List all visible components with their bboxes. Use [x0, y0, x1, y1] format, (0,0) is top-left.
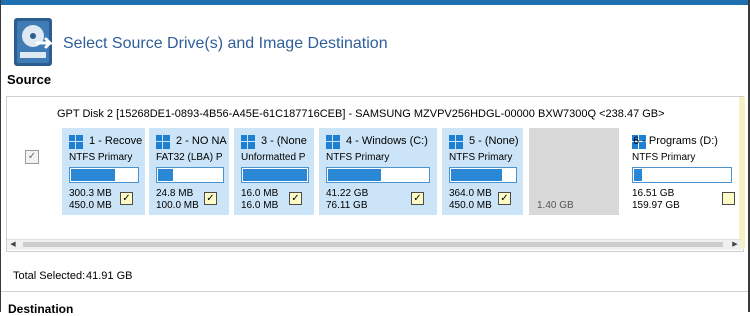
- partition-filesystem: Unformatted P: [241, 152, 306, 163]
- disk-label: GPT Disk 2 [15268DE1-0893-4B56-A45E-61C1…: [57, 108, 665, 120]
- usage-bar-fill: [158, 169, 173, 181]
- partition-used: 24.8 MB: [156, 188, 194, 199]
- partition-name: 3 - (None: [261, 135, 307, 147]
- windows-icon: [326, 135, 340, 149]
- window-frame-left: [0, 0, 1, 312]
- windows-icon: [241, 135, 255, 149]
- partition-total: 76.11 GB: [326, 200, 368, 211]
- windows-icon: [69, 135, 83, 149]
- panel-edge-strip: [739, 97, 745, 249]
- usage-bar: [241, 167, 309, 183]
- partition-checkbox[interactable]: ✓: [289, 192, 302, 205]
- partition-name: 4 - Windows (C:): [346, 135, 428, 147]
- usage-bar-fill: [328, 169, 382, 181]
- partition-total: 159.97 GB: [632, 200, 680, 211]
- scrollbar-thumb[interactable]: [23, 242, 723, 247]
- partition-used: 16.51 GB: [632, 188, 675, 199]
- partition-filesystem: NTFS Primary: [326, 152, 390, 163]
- horizontal-scrollbar[interactable]: ◀ ▶: [7, 239, 741, 250]
- scroll-left-arrow-icon[interactable]: ◀: [7, 240, 19, 250]
- partition-total: 100.0 MB: [156, 200, 199, 211]
- partition-used: 364.0 MB: [449, 188, 492, 199]
- usage-bar: [632, 167, 732, 183]
- usage-bar: [156, 167, 224, 183]
- partition-total: 450.0 MB: [449, 200, 492, 211]
- partition-total: 450.0 MB: [69, 200, 112, 211]
- total-selected-label: Total Selected:: [13, 270, 86, 282]
- usage-bar-fill: [243, 169, 307, 181]
- partition-filesystem: NTFS Primary: [449, 152, 513, 163]
- partition-name: 5 - (None): [469, 135, 519, 147]
- windows-icon: [449, 135, 463, 149]
- partition-filesystem: FAT32 (LBA) P: [156, 152, 223, 163]
- partition-3-tile[interactable]: 3 - (None Unformatted P 16.0 MB 16.0 MB …: [234, 128, 314, 215]
- partition-checkbox[interactable]: [722, 192, 735, 205]
- partition-used: 16.0 MB: [241, 188, 279, 199]
- partition-checkbox[interactable]: ✓: [411, 192, 424, 205]
- partition-total: 16.0 MB: [241, 200, 279, 211]
- partition-filesystem: NTFS Primary: [69, 152, 133, 163]
- partition-6-tile[interactable]: 6 - Programs (D:) NTFS Primary 16.51 GB …: [625, 128, 739, 215]
- total-selected-value: 41.91 GB: [86, 270, 133, 282]
- usage-bar-fill: [451, 169, 503, 181]
- partition-checkbox[interactable]: ✓: [204, 192, 217, 205]
- usage-bar: [326, 167, 430, 183]
- partition-1-tile[interactable]: 1 - Recove NTFS Primary 300.3 MB 450.0 M…: [62, 128, 145, 215]
- partition-checkbox[interactable]: ✓: [498, 192, 511, 205]
- usage-bar: [449, 167, 517, 183]
- destination-section-label: Destination: [8, 302, 74, 316]
- disk-select-checkbox[interactable]: ✓: [25, 150, 39, 164]
- partition-name: 6 - Programs (D:): [633, 135, 718, 147]
- unallocated-space: 1.40 GB: [529, 128, 619, 215]
- window-top-accent: [0, 0, 750, 5]
- unallocated-size: 1.40 GB: [537, 200, 574, 211]
- partition-used: 300.3 MB: [69, 188, 112, 199]
- usage-bar: [69, 167, 139, 183]
- partition-name: 2 - NO NA: [176, 135, 227, 147]
- partition-used: 41.22 GB: [326, 188, 369, 199]
- drive-image-icon: [14, 18, 54, 66]
- partition-5-tile[interactable]: 5 - (None) NTFS Primary 364.0 MB 450.0 M…: [442, 128, 523, 215]
- partition-2-tile[interactable]: 2 - NO NA FAT32 (LBA) P 24.8 MB 100.0 MB…: [149, 128, 229, 215]
- partition-name: 1 - Recove: [89, 135, 143, 147]
- partition-checkbox[interactable]: ✓: [120, 192, 133, 205]
- windows-icon: [156, 135, 170, 149]
- page-title: Select Source Drive(s) and Image Destina…: [63, 35, 388, 52]
- partition-4-tile[interactable]: 4 - Windows (C:) NTFS Primary 41.22 GB 7…: [319, 128, 437, 215]
- scroll-right-arrow-icon[interactable]: ▶: [729, 240, 741, 250]
- usage-bar-fill: [71, 169, 115, 181]
- usage-bar-fill: [634, 169, 642, 181]
- section-divider: [1, 291, 748, 292]
- source-section-label: Source: [7, 72, 52, 87]
- partition-filesystem: NTFS Primary: [632, 152, 696, 163]
